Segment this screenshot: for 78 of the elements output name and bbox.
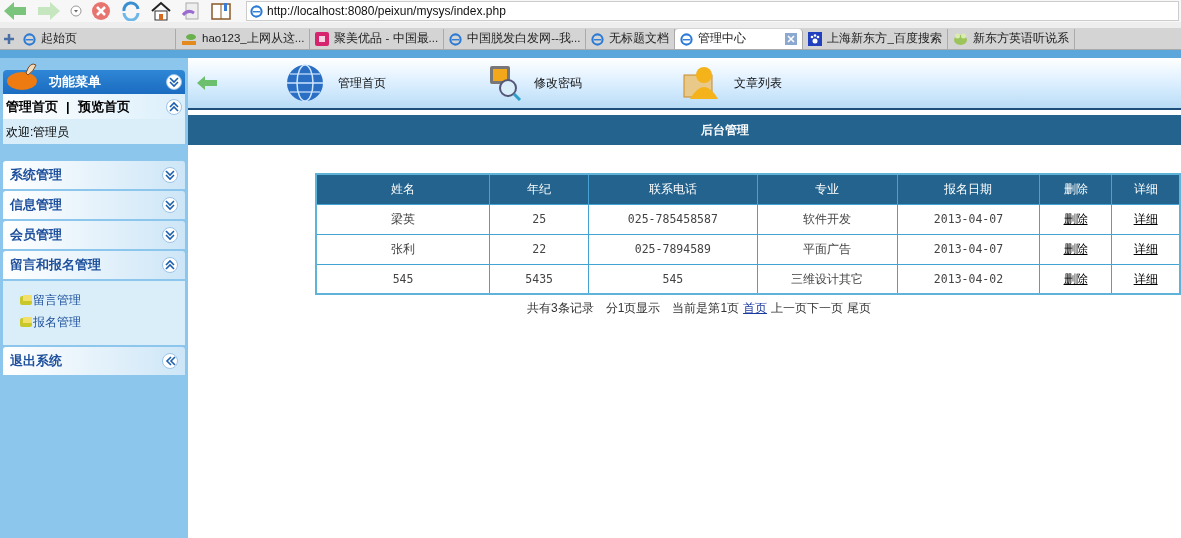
double-chevron-icon[interactable] xyxy=(162,257,178,273)
nav-link[interactable]: 修改密码 xyxy=(534,74,582,92)
address-field[interactable]: http://localhost:8080/peixun/mysys/index.php xyxy=(246,1,1179,21)
separator-text: | xyxy=(66,97,70,116)
column-header: 报名日期 xyxy=(897,174,1040,204)
book-icon[interactable] xyxy=(210,1,232,21)
double-chevron-icon[interactable] xyxy=(162,227,178,243)
menu-link[interactable]: 预览首页 xyxy=(77,96,130,117)
new-tab-icon[interactable] xyxy=(4,34,14,44)
globe-icon xyxy=(284,63,326,103)
menu-link[interactable]: 管理首页 xyxy=(6,96,58,117)
column-header: 姓名 xyxy=(316,174,490,204)
delete-link[interactable]: 删除 xyxy=(1063,212,1088,226)
table-cell: 2013-04-07 xyxy=(933,211,1004,226)
column-header: 详细 xyxy=(1111,174,1180,204)
column-header: 年纪 xyxy=(489,174,589,204)
menu-section[interactable]: 会员管理 xyxy=(3,221,185,249)
frog-icon xyxy=(952,32,968,46)
detail-link[interactable]: 详细 xyxy=(1133,212,1158,226)
column-header: 专业 xyxy=(757,174,898,204)
browser-icon xyxy=(250,4,263,18)
welcome-text: 欢迎:管理员 xyxy=(6,123,70,141)
column-header: 删除 xyxy=(1039,174,1112,204)
menu-section[interactable]: 留言和报名管理 xyxy=(3,251,185,279)
pagination-text: 上一页下一页 xyxy=(771,300,844,317)
table-cell: 2013-04-02 xyxy=(933,271,1004,286)
menu-section[interactable]: 信息管理 xyxy=(3,191,185,219)
dropdown-icon[interactable] xyxy=(70,5,82,17)
folder-icon xyxy=(19,315,33,329)
submenu-item[interactable]: 留言管理 xyxy=(33,291,81,309)
panel-header: 后台管理 xyxy=(188,115,1181,145)
pagination-text: 当前是第1页 xyxy=(672,300,740,317)
home-icon[interactable] xyxy=(150,1,172,21)
table-cell: 5435 xyxy=(525,271,553,286)
browser-icon xyxy=(449,32,463,46)
pagination-text: 尾页 xyxy=(847,300,872,317)
folder-icon xyxy=(19,293,33,307)
table-cell: 软件开发 xyxy=(803,211,852,226)
submenu-item[interactable]: 报名管理 xyxy=(33,313,81,331)
table-cell: 张利 xyxy=(391,241,416,256)
double-chevron-icon[interactable] xyxy=(162,167,178,183)
leaf-icon xyxy=(181,32,197,46)
menu-section[interactable]: 系统管理 xyxy=(3,161,185,189)
page-icon[interactable] xyxy=(180,1,202,21)
nav-link[interactable]: 文章列表 xyxy=(734,74,782,92)
refresh-icon[interactable] xyxy=(120,1,142,21)
delete-link[interactable]: 删除 xyxy=(1063,242,1088,256)
table-cell: 22 xyxy=(532,241,547,256)
close-icon[interactable] xyxy=(785,33,798,45)
table-cell: 025-785458587 xyxy=(627,211,718,226)
double-chevron-icon[interactable] xyxy=(166,98,182,115)
pagination-text: 分1页显示 xyxy=(605,300,661,317)
detail-link[interactable]: 详细 xyxy=(1133,242,1158,256)
browser-icon xyxy=(680,32,694,46)
table-cell: 545 xyxy=(662,271,684,286)
double-chevron-icon[interactable] xyxy=(162,197,178,213)
table-cell: 025-7894589 xyxy=(634,241,711,256)
table-cell: 三维设计其它 xyxy=(791,271,864,286)
table-cell: 25 xyxy=(532,211,547,226)
square-logo-icon xyxy=(315,32,330,46)
double-left-chevron-icon[interactable] xyxy=(162,353,178,369)
table-cell: 2013-04-07 xyxy=(933,241,1004,256)
pagination-text: 共有3条记录 xyxy=(527,300,594,317)
stop-icon[interactable] xyxy=(90,1,112,21)
paw-icon xyxy=(808,32,823,46)
detail-link[interactable]: 详细 xyxy=(1133,271,1158,286)
table-cell: 梁英 xyxy=(391,211,416,226)
nav-link[interactable]: 管理首页 xyxy=(338,74,386,92)
browser-tab[interactable]: 管理中心 xyxy=(675,29,804,49)
first-page-link[interactable]: 首页 xyxy=(743,299,768,317)
table-cell: 平面广告 xyxy=(803,241,852,256)
browser-icon xyxy=(23,32,36,46)
column-header: 联系电话 xyxy=(588,174,757,204)
delete-link[interactable]: 删除 xyxy=(1063,271,1088,286)
menu-section[interactable]: 退出系统 xyxy=(3,347,185,375)
double-chevron-icon[interactable] xyxy=(166,74,182,90)
table-cell: 545 xyxy=(392,271,414,286)
browser-icon xyxy=(591,32,605,46)
